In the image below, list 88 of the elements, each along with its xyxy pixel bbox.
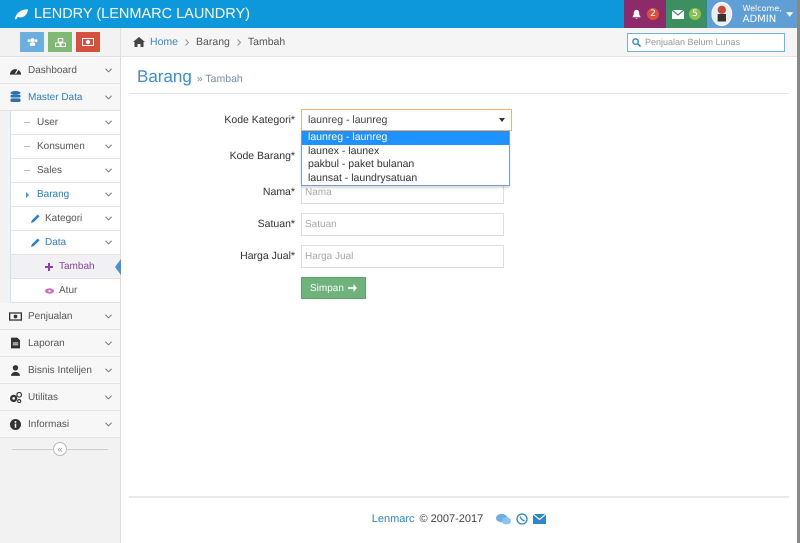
notification-count: 2	[647, 8, 659, 20]
sidebar-item[interactable]: Data	[10, 231, 120, 255]
sidebar-item[interactable]: User	[10, 111, 120, 135]
sidebar-item[interactable]: Atur	[10, 279, 120, 303]
sidebar-item[interactable]: Dashboard	[0, 57, 120, 84]
search-icon	[632, 38, 641, 46]
triangle-icon	[26, 192, 28, 198]
chevron-icon	[105, 120, 112, 125]
chevron-icon	[105, 240, 112, 245]
avatar	[711, 0, 733, 28]
users-icon	[26, 38, 38, 46]
page-subtitle: » Tambah	[196, 73, 243, 85]
chevron-icon	[105, 94, 112, 100]
cubes-icon	[54, 38, 66, 46]
dash-icon	[24, 122, 30, 124]
eye-icon	[44, 288, 54, 294]
field-label: Nama*	[262, 186, 295, 198]
pencil-icon	[30, 238, 40, 247]
pencil-icon	[30, 214, 40, 223]
input-field[interactable]: Harga Jual	[301, 244, 504, 268]
field-label: Satuan*	[256, 218, 295, 230]
user-icon	[10, 364, 20, 376]
chevron-separator-icon	[234, 38, 243, 46]
money-shortcut-button[interactable]	[76, 32, 100, 52]
welcome-label: Welcome,	[742, 3, 782, 14]
bell-icon	[631, 8, 642, 20]
collapse-sidebar-button[interactable]: «	[53, 442, 67, 456]
footer-link[interactable]: Lenmarc	[372, 513, 415, 525]
selection-pointer-icon	[115, 259, 121, 275]
dropdown-arrow-icon	[499, 118, 505, 122]
home-icon	[133, 37, 145, 47]
category-select[interactable]: launreg - launreg	[301, 109, 512, 131]
message-count: 5	[689, 8, 701, 20]
chevron-icon	[105, 368, 112, 372]
chevron-icon	[105, 192, 112, 197]
user-name: ADMIN	[742, 14, 778, 25]
file-icon	[10, 337, 20, 349]
page-title: Barang	[137, 67, 192, 87]
input-field[interactable]: Satuan	[301, 212, 504, 236]
sidebar-item[interactable]: Barang	[10, 183, 120, 207]
money-icon	[8, 312, 22, 320]
plus-icon	[45, 262, 53, 270]
phone-bubble-icon[interactable]	[516, 513, 528, 525]
users-shortcut-button[interactable]	[20, 32, 44, 52]
app-title: LENDRY (LENMARC LAUNDRY)	[34, 6, 250, 22]
chevron-icon	[105, 68, 112, 72]
cubes-shortcut-button[interactable]	[48, 32, 72, 52]
chevron-icon	[105, 168, 112, 173]
caret-icon	[786, 12, 793, 16]
chevron-separator-icon	[183, 38, 192, 46]
arrow-right-icon	[348, 284, 357, 292]
envelope-icon[interactable]	[533, 514, 546, 524]
chat-bubbles-icon[interactable]	[496, 513, 512, 525]
money-icon	[82, 38, 94, 46]
chevron-icon	[105, 216, 112, 221]
dropdown-option[interactable]: pakbul - paket bulanan	[302, 158, 509, 172]
copyright-text: © 2007-2017	[420, 513, 484, 525]
sidebar-item[interactable]: Sales	[10, 159, 120, 183]
dash-icon	[24, 146, 30, 148]
dash-icon	[24, 170, 30, 172]
sidebar-item[interactable]: Tambah	[10, 255, 120, 279]
sidebar-item[interactable]: Utilitas	[0, 384, 120, 411]
notifications-button[interactable]: 2	[624, 0, 666, 28]
chevron-icon	[105, 144, 112, 149]
search-field[interactable]: Penjualan Belum Lunas	[627, 32, 785, 52]
field-label: Kode Barang*	[228, 150, 295, 162]
breadcrumb-item: Tambah	[248, 36, 286, 48]
chevron-icon	[105, 314, 112, 318]
chevron-icon	[105, 394, 112, 400]
dropdown-option[interactable]: launex - launex	[302, 144, 509, 158]
database-icon	[10, 91, 20, 103]
envelope-icon	[672, 10, 684, 18]
field-label: Harga Jual*	[239, 250, 295, 262]
leaf-icon	[14, 8, 29, 20]
chevron-icon	[105, 422, 112, 426]
sidebar-item[interactable]: Bisnis Intelijen	[0, 357, 120, 384]
sidebar-item[interactable]: Kategori	[10, 207, 120, 231]
sidebar-item[interactable]: Informasi	[0, 411, 120, 438]
sidebar-item[interactable]: Konsumen	[10, 135, 120, 159]
field-label: Kode Kategori*	[223, 114, 295, 126]
sidebar-item[interactable]: Penjualan	[0, 303, 120, 330]
breadcrumb-item: Barang	[196, 36, 230, 48]
chevron-icon	[105, 340, 112, 346]
sidebar-item[interactable]: Master Data	[0, 84, 120, 111]
breadcrumb-link[interactable]: Home	[150, 36, 178, 48]
info-icon	[10, 418, 20, 430]
gears-icon	[8, 392, 22, 402]
sidebar-item[interactable]: Laporan	[0, 330, 120, 357]
